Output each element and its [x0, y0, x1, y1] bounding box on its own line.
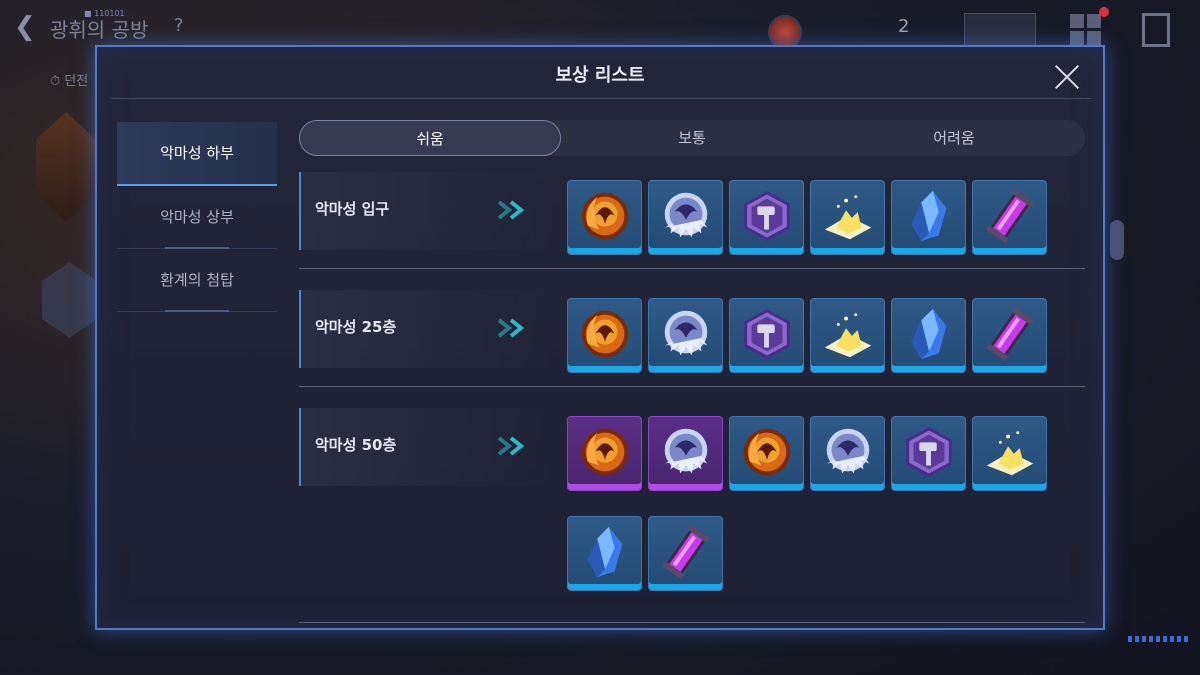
menu-grid-icon[interactable]: [1070, 14, 1102, 46]
reward-item[interactable]: [567, 416, 642, 491]
double-chevron-icon: [497, 200, 531, 220]
reward-item[interactable]: [729, 298, 804, 373]
double-chevron-icon: [497, 436, 531, 456]
reward-item[interactable]: [972, 180, 1047, 255]
double-chevron-icon: [497, 318, 531, 338]
side-tab-label: 악마성 상부: [160, 208, 234, 226]
reward-item[interactable]: [891, 298, 966, 373]
side-tab-label: 악마성 하부: [160, 144, 234, 162]
side-decoration: [1110, 220, 1124, 260]
title-divider: [111, 98, 1091, 99]
bottom-stripe-decoration: [1128, 636, 1188, 642]
tab-hard[interactable]: 어려움: [823, 120, 1085, 156]
reward-item[interactable]: [972, 416, 1047, 491]
close-icon[interactable]: [1053, 63, 1081, 91]
reward-item[interactable]: [972, 298, 1047, 373]
reward-item[interactable]: [567, 516, 642, 591]
stage-label-box: 악마성 50층: [299, 408, 554, 486]
reward-item[interactable]: [648, 298, 723, 373]
top-bar: ❮ ■ 110101 광휘의 공방 ? 2: [0, 0, 1200, 49]
reward-item[interactable]: [891, 180, 966, 255]
side-tab-label: 환계의 첨탑: [160, 271, 234, 289]
sub-label: ⏱ 던전: [50, 74, 89, 89]
ticket-button[interactable]: [964, 13, 1036, 47]
side-tab-lower[interactable]: 악마성 하부: [117, 122, 277, 186]
difficulty-tabs: 쉬움 보통 어려움: [299, 120, 1085, 156]
reward-item[interactable]: [648, 416, 723, 491]
reward-item[interactable]: [810, 298, 885, 373]
resource-count: 2: [898, 16, 910, 37]
stage-label: 악마성 25층: [315, 318, 397, 336]
screen-title: 광휘의 공방: [50, 18, 149, 42]
tab-easy[interactable]: 쉬움: [299, 120, 561, 156]
reward-item[interactable]: [810, 180, 885, 255]
back-arrow-icon[interactable]: ❮: [14, 14, 40, 40]
side-tab-spire[interactable]: 환계의 첨탑: [117, 249, 277, 312]
reward-item[interactable]: [648, 180, 723, 255]
reward-item[interactable]: [810, 416, 885, 491]
stage-label: 악마성 입구: [315, 200, 390, 218]
row-divider: [299, 622, 1085, 623]
stage-label: 악마성 50층: [315, 436, 397, 454]
reward-item[interactable]: [567, 180, 642, 255]
side-tab-list: 악마성 하부 악마성 상부 환계의 첨탑: [117, 122, 277, 312]
reward-list-modal: 보상 리스트 악마성 하부 악마성 상부 환계의 첨탑 쉬움 보통 어려움 악마…: [95, 45, 1105, 630]
row-divider: [299, 268, 1085, 269]
tab-underline: [165, 310, 229, 312]
reward-item[interactable]: [891, 416, 966, 491]
notification-dot: [1099, 7, 1109, 17]
reward-item[interactable]: [567, 298, 642, 373]
tab-normal[interactable]: 보통: [561, 120, 823, 156]
currency-icon: [768, 15, 802, 49]
row-divider: [299, 386, 1085, 387]
modal-title: 보상 리스트: [555, 65, 645, 86]
reward-item[interactable]: [729, 416, 804, 491]
exit-door-icon[interactable]: [1142, 13, 1170, 47]
help-icon[interactable]: ?: [174, 15, 184, 36]
reward-item[interactable]: [729, 180, 804, 255]
side-tab-upper[interactable]: 악마성 상부: [117, 186, 277, 249]
reward-item[interactable]: [648, 516, 723, 591]
stage-label-box: 악마성 25층: [299, 290, 554, 368]
stage-label-box: 악마성 입구: [299, 172, 554, 250]
